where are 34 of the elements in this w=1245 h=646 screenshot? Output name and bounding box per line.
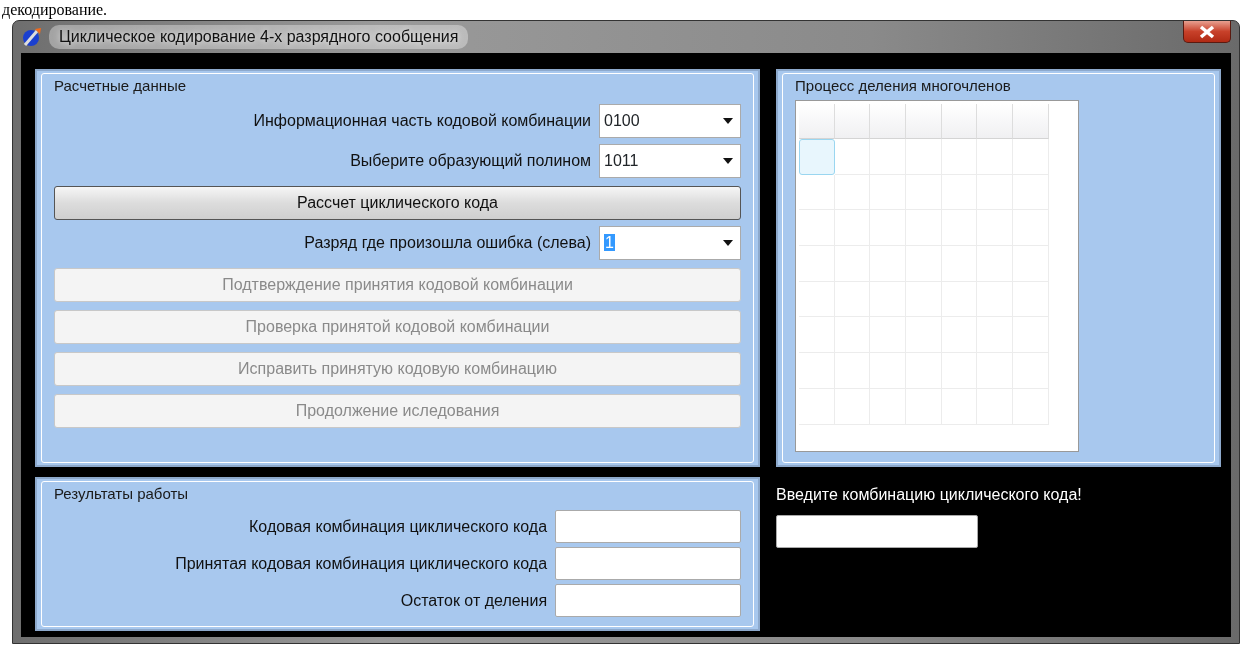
app-icon	[21, 26, 43, 48]
dropdown[interactable]: 1011	[599, 144, 742, 178]
document-text: декодирование.	[2, 1, 108, 18]
input-field[interactable]	[555, 510, 742, 543]
field-label: Выберите образующий полином	[350, 151, 592, 171]
column-header	[834, 104, 871, 139]
field-label: Остаток от деления	[400, 590, 548, 611]
caret-icon	[722, 157, 735, 165]
field-label: Разряд где произошла ошибка (слева)	[304, 233, 592, 253]
column-header	[977, 104, 1014, 139]
prompt-text: Введите комбинацию циклического кода!	[776, 485, 1083, 505]
button[interactable]: Рассчет циклического кода	[54, 186, 742, 220]
field-label: Кодовая комбинация циклического кода	[249, 516, 548, 537]
column-header	[799, 104, 835, 139]
column-header	[870, 104, 907, 139]
window-title: Циклическое кодирование 4-х разрядного сообщения	[49, 25, 469, 49]
input-field[interactable]	[555, 584, 742, 617]
group-title: Процесс деления многочленов	[795, 77, 1011, 95]
dropdown[interactable]: 1	[599, 226, 742, 260]
column-header	[941, 104, 978, 139]
grid-cell[interactable]	[799, 139, 835, 175]
column-header	[906, 104, 942, 139]
input-field[interactable]	[776, 515, 979, 548]
close-button[interactable]	[1183, 21, 1231, 43]
group-title: Расчетные данные	[54, 77, 187, 95]
column-header	[1013, 104, 1049, 139]
dropdown[interactable]: 0100	[599, 104, 742, 138]
group-title: Результаты работы	[54, 485, 189, 503]
caret-icon	[722, 239, 735, 247]
input-field[interactable]	[555, 547, 742, 580]
caret-icon	[722, 117, 735, 125]
field-label: Принятая кодовая комбинация циклического кода	[175, 553, 548, 574]
field-label: Информационная часть кодовой комбинации	[253, 111, 592, 131]
close-icon	[1198, 24, 1216, 39]
